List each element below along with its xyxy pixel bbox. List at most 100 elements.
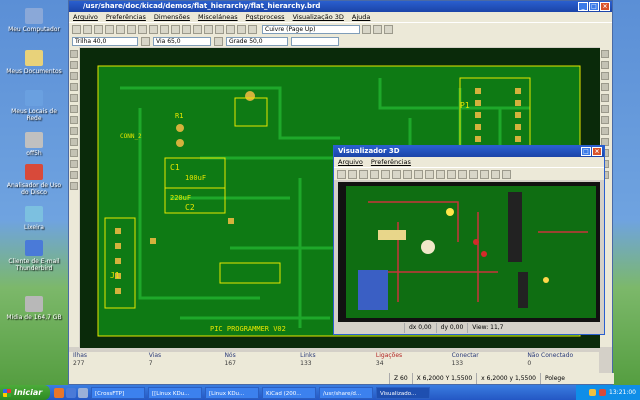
zoom-select[interactable] <box>291 36 339 46</box>
thunderbird-icon[interactable] <box>66 387 76 398</box>
layer-pair-icon[interactable] <box>362 24 371 34</box>
add-track-icon[interactable] <box>601 94 609 102</box>
add-zone-icon[interactable] <box>601 105 609 113</box>
menu-preferencias[interactable]: Preferências <box>106 12 146 22</box>
save-icon[interactable] <box>94 24 103 34</box>
cut-icon[interactable] <box>127 24 136 34</box>
menu-ajuda[interactable]: Ajuda <box>352 12 370 22</box>
clock[interactable]: 13:21:00 <box>609 389 636 396</box>
high-contrast-icon[interactable] <box>70 182 78 190</box>
drc-icon[interactable] <box>248 24 257 34</box>
show-desktop-icon[interactable] <box>78 387 88 398</box>
undo-icon[interactable] <box>138 24 147 34</box>
desktop-icon-my-computer[interactable]: Meu Computador <box>4 8 64 33</box>
task-linux-kdu-1[interactable]: [[Linux KDu... <box>148 386 202 399</box>
desktop-icon-media[interactable]: Mídia de 164,7 GB <box>4 296 64 321</box>
rotate-y-neg-icon[interactable] <box>414 169 423 179</box>
layer-select[interactable]: Cuivre (Page Up) <box>262 24 360 34</box>
desktop-icon-my-documents[interactable]: Meus Documentos <box>4 50 64 75</box>
select-icon[interactable] <box>601 50 609 58</box>
module-ratsnest-icon[interactable] <box>70 127 78 135</box>
redo-icon[interactable] <box>149 24 158 34</box>
viewer3d-menu-arquivo[interactable]: Arquivo <box>338 157 363 167</box>
net-highlight-icon[interactable] <box>601 61 609 69</box>
units-inch-icon[interactable] <box>70 83 78 91</box>
task-linux-kdu-2[interactable]: [Linux KDu... <box>205 386 259 399</box>
tray-network-icon[interactable] <box>589 389 597 396</box>
minimize-button[interactable]: _ <box>578 2 588 11</box>
menu-arquivo[interactable]: Arquivo <box>73 12 98 22</box>
rotate-z-pos-icon[interactable] <box>447 169 456 179</box>
zoom-in-icon[interactable] <box>182 24 191 34</box>
task-visualizador[interactable]: Visualizado... <box>376 386 430 399</box>
tracks-sketch-icon[interactable] <box>70 171 78 179</box>
redraw-icon[interactable] <box>381 169 390 179</box>
track-width-select[interactable]: Trilha 40,0 <box>72 36 138 46</box>
open-icon[interactable] <box>83 24 92 34</box>
polar-coords-icon[interactable] <box>70 72 78 80</box>
viewer3d-menu-preferencias[interactable]: Preferências <box>371 157 411 167</box>
zoom-out-icon[interactable] <box>193 24 202 34</box>
zoom-fit-icon[interactable] <box>370 169 379 179</box>
plot-icon[interactable] <box>171 24 180 34</box>
cursor-shape-icon[interactable] <box>70 105 78 113</box>
zones-icon[interactable] <box>70 149 78 157</box>
netlist-icon[interactable] <box>237 24 246 34</box>
via-size-toggle-icon[interactable] <box>214 36 223 46</box>
maximize-button[interactable]: □ <box>589 2 599 11</box>
task-kicad[interactable]: KiCad (200... <box>262 386 316 399</box>
page-settings-icon[interactable] <box>105 24 114 34</box>
grid-select[interactable]: Grade 50,0 <box>226 36 288 46</box>
desktop-icon-disk-analyzer[interactable]: Analisador de Uso do Disco <box>4 164 64 196</box>
pan-right-icon[interactable] <box>469 169 478 179</box>
zoom-redraw-icon[interactable] <box>204 24 213 34</box>
add-circle-icon[interactable] <box>601 127 609 135</box>
autoplace-icon[interactable] <box>373 24 382 34</box>
track-width-toggle-icon[interactable] <box>141 36 150 46</box>
library-icon[interactable] <box>116 24 125 34</box>
task-usr-share[interactable]: /usr/share/d... <box>319 386 373 399</box>
rotate-y-pos-icon[interactable] <box>425 169 434 179</box>
tray-security-icon[interactable] <box>599 389 607 396</box>
rotate-x-pos-icon[interactable] <box>403 169 412 179</box>
desktop-icon-thunderbird[interactable]: Cliente de E-mail Thunderbird <box>4 240 64 272</box>
rotate-x-neg-icon[interactable] <box>392 169 401 179</box>
start-button[interactable]: Iniciar <box>0 385 50 400</box>
ortho-icon[interactable] <box>502 169 511 179</box>
viewer3d-close-button[interactable]: × <box>592 147 602 156</box>
find-icon[interactable] <box>226 24 235 34</box>
pan-left-icon[interactable] <box>458 169 467 179</box>
local-ratsnest-icon[interactable] <box>601 72 609 80</box>
close-button[interactable]: × <box>600 2 610 11</box>
print-icon[interactable] <box>160 24 169 34</box>
zoom-in-icon[interactable] <box>348 169 357 179</box>
firefox-icon[interactable] <box>54 387 64 398</box>
units-mm-icon[interactable] <box>70 94 78 102</box>
menu-miscelaneas[interactable]: Misceláneas <box>198 12 238 22</box>
desktop-icon-trash[interactable]: Lixeira <box>4 206 64 231</box>
zoom-fit-icon[interactable] <box>215 24 224 34</box>
desktop-icon-network[interactable]: Meus Locais de Rede <box>4 90 64 122</box>
zoom-out-icon[interactable] <box>359 169 368 179</box>
grid-toggle-icon[interactable] <box>70 61 78 69</box>
pan-up-icon[interactable] <box>480 169 489 179</box>
drc-off-icon[interactable] <box>70 50 78 58</box>
auto-delete-track-icon[interactable] <box>70 138 78 146</box>
reload-icon[interactable] <box>337 169 346 179</box>
viewer3d-canvas[interactable] <box>338 182 600 322</box>
task-crossftp[interactable]: [CrossFTP] <box>91 386 145 399</box>
pads-sketch-icon[interactable] <box>70 160 78 168</box>
rotate-z-neg-icon[interactable] <box>436 169 445 179</box>
autoroute-icon[interactable] <box>384 24 393 34</box>
new-board-icon[interactable] <box>72 24 81 34</box>
menu-dimensoes[interactable]: Dimensões <box>154 12 190 22</box>
desktop-icon-off5h[interactable]: off5h <box>4 132 64 157</box>
add-line-icon[interactable] <box>601 116 609 124</box>
ratsnest-icon[interactable] <box>70 116 78 124</box>
menu-visualizacao-3d[interactable]: Visualização 3D <box>293 12 344 22</box>
menu-postprocess[interactable]: Pqstprocess <box>246 12 285 22</box>
add-module-icon[interactable] <box>601 83 609 91</box>
via-size-select[interactable]: Via 65,0 <box>153 36 211 46</box>
viewer3d-maximize-button[interactable]: □ <box>581 147 591 156</box>
pan-down-icon[interactable] <box>491 169 500 179</box>
